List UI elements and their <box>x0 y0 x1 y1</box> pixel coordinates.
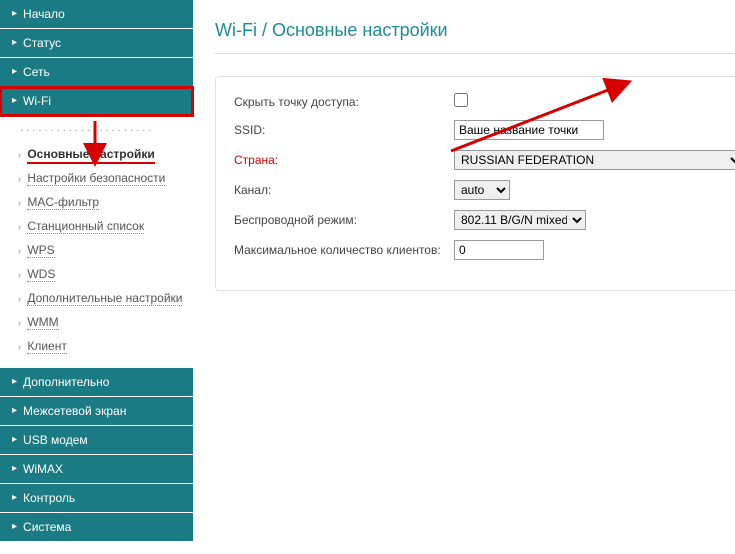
subnav-label: Клиент <box>27 339 67 354</box>
nav-item-wimax[interactable]: ▸ WiMAX <box>0 455 193 484</box>
sidebar: ▸ Начало ▸ Статус ▸ Сеть ▸ Wi-Fi . . . .… <box>0 0 193 554</box>
select-channel[interactable]: auto <box>454 180 510 200</box>
arrow-right-icon: ▸ <box>12 435 17 445</box>
arrow-right-icon: ▸ <box>12 493 17 503</box>
nav-item-firewall[interactable]: ▸ Межсетевой экран <box>0 397 193 426</box>
nav-item-home[interactable]: ▸ Начало <box>0 0 193 29</box>
subnav-item-advanced[interactable]: › Дополнительные настройки <box>18 286 193 310</box>
row-ssid: SSID: <box>234 120 735 140</box>
nav-label: USB модем <box>23 433 88 447</box>
subnav: . . . . . . . . . . . . . . . . . . . . … <box>0 116 193 368</box>
subnav-label: Дополнительные настройки <box>27 291 182 306</box>
nav-label: Wi-Fi <box>23 94 51 108</box>
arrow-right-icon: ▸ <box>12 522 17 532</box>
input-max-clients[interactable] <box>454 240 544 260</box>
nav-label: Дополнительно <box>23 375 109 389</box>
nav-item-control[interactable]: ▸ Контроль <box>0 484 193 513</box>
settings-panel: Скрыть точку доступа: SSID: Страна: RUSS… <box>215 76 735 291</box>
arrow-right-icon: ▸ <box>12 96 17 106</box>
nav-item-wifi[interactable]: ▸ Wi-Fi <box>0 87 193 116</box>
subnav-label: WMM <box>27 315 58 330</box>
arrow-right-icon: ▸ <box>12 464 17 474</box>
arrow-right-icon: ▸ <box>12 406 17 416</box>
label-ssid: SSID: <box>234 123 454 137</box>
nav-label: Начало <box>23 7 65 21</box>
nav-label: WiMAX <box>23 462 63 476</box>
nav-label: Система <box>23 520 71 534</box>
checkbox-hide-ap[interactable] <box>454 93 468 107</box>
subnav-item-basic-settings[interactable]: › Основные настройки <box>18 142 193 166</box>
subnav-item-wps[interactable]: › WPS <box>18 238 193 262</box>
subnav-item-client[interactable]: › Клиент <box>18 334 193 358</box>
subnav-item-security[interactable]: › Настройки безопасности <box>18 166 193 190</box>
subnav-label: Станционный список <box>27 219 144 234</box>
chevron-right-icon: › <box>18 174 21 184</box>
subnav-label: WPS <box>27 243 54 258</box>
main-content: Wi-Fi / Основные настройки Скрыть точку … <box>193 0 735 554</box>
nav-label: Межсетевой экран <box>23 404 126 418</box>
row-hide-ap: Скрыть точку доступа: <box>234 93 735 110</box>
select-mode[interactable]: 802.11 B/G/N mixed <box>454 210 586 230</box>
subnav-item-mac-filter[interactable]: › MAC-фильтр <box>18 190 193 214</box>
nav-item-usb-modem[interactable]: ▸ USB модем <box>0 426 193 455</box>
label-mode: Беспроводной режим: <box>234 213 454 227</box>
nav-item-advanced[interactable]: ▸ Дополнительно <box>0 368 193 397</box>
subnav-item-station-list[interactable]: › Станционный список <box>18 214 193 238</box>
subnav-label: Основные настройки <box>27 147 154 164</box>
arrow-right-icon: ▸ <box>12 377 17 387</box>
subnav-label: WDS <box>27 267 55 282</box>
nav-item-system[interactable]: ▸ Система <box>0 513 193 542</box>
label-channel: Канал: <box>234 183 454 197</box>
page-title: Wi-Fi / Основные настройки <box>215 20 735 54</box>
chevron-right-icon: › <box>18 270 21 280</box>
subnav-divider-dots: . . . . . . . . . . . . . . . . . . . . … <box>20 122 193 134</box>
nav-item-network[interactable]: ▸ Сеть <box>0 58 193 87</box>
nav-label: Контроль <box>23 491 75 505</box>
chevron-right-icon: › <box>18 294 21 304</box>
chevron-right-icon: › <box>18 246 21 256</box>
arrow-right-icon: ▸ <box>12 9 17 19</box>
arrow-right-icon: ▸ <box>12 67 17 77</box>
label-max-clients: Максимальное количество клиентов: <box>234 243 454 257</box>
chevron-right-icon: › <box>18 150 21 160</box>
chevron-right-icon: › <box>18 198 21 208</box>
subnav-label: MAC-фильтр <box>27 195 99 210</box>
label-country: Страна: <box>234 153 454 167</box>
nav-label: Статус <box>23 36 61 50</box>
chevron-right-icon: › <box>18 342 21 352</box>
row-channel: Канал: auto <box>234 180 735 200</box>
subnav-label: Настройки безопасности <box>27 171 165 186</box>
subnav-item-wmm[interactable]: › WMM <box>18 310 193 334</box>
row-mode: Беспроводной режим: 802.11 B/G/N mixed <box>234 210 735 230</box>
arrow-right-icon: ▸ <box>12 38 17 48</box>
input-ssid[interactable] <box>454 120 604 140</box>
nav-item-status[interactable]: ▸ Статус <box>0 29 193 58</box>
chevron-right-icon: › <box>18 318 21 328</box>
chevron-right-icon: › <box>18 222 21 232</box>
label-hide-ap: Скрыть точку доступа: <box>234 95 454 109</box>
row-country: Страна: RUSSIAN FEDERATION <box>234 150 735 170</box>
nav-label: Сеть <box>23 65 50 79</box>
subnav-item-wds[interactable]: › WDS <box>18 262 193 286</box>
row-max-clients: Максимальное количество клиентов: <box>234 240 735 260</box>
select-country[interactable]: RUSSIAN FEDERATION <box>454 150 735 170</box>
